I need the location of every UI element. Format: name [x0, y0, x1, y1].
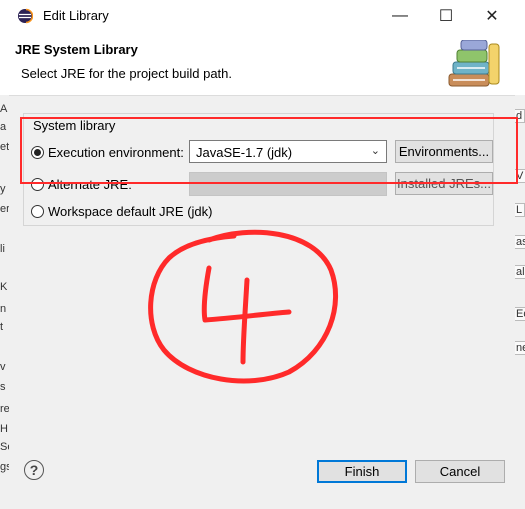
environments-button[interactable]: Environments...: [395, 140, 493, 163]
radio-label: Workspace default JRE (jdk): [48, 204, 213, 219]
bg-fragment: al: [515, 265, 525, 279]
bg-fragment: t: [0, 321, 4, 333]
bg-fragment: et: [0, 141, 10, 153]
bg-fragment: ne: [515, 341, 525, 355]
bg-fragment: A: [0, 103, 8, 115]
installed-jres-button[interactable]: Installed JREs...: [395, 172, 493, 195]
bg-fragment: d: [515, 109, 525, 123]
execution-environment-select[interactable]: JavaSE-1.7 (jdk) ⌄: [189, 140, 387, 163]
bg-fragment: a: [0, 121, 7, 133]
radio-label: Alternate JRE:: [48, 177, 132, 192]
eclipse-icon: [18, 8, 33, 24]
bg-fragment: K: [0, 281, 8, 293]
bg-fragment: n: [0, 303, 7, 315]
page-description: Select JRE for the project build path.: [21, 66, 233, 81]
group-label: System library: [31, 118, 118, 133]
background-window-right: d V L as al Ec ne: [514, 95, 525, 509]
bg-fragment: as: [515, 235, 525, 249]
finish-button[interactable]: Finish: [317, 460, 407, 483]
page-title: JRE System Library: [15, 42, 138, 57]
radio-button[interactable]: [31, 178, 44, 191]
select-value: JavaSE-1.7 (jdk): [196, 145, 293, 160]
radio-execution-environment[interactable]: Execution environment:: [31, 145, 184, 160]
library-books-icon: [448, 40, 500, 87]
window-title: Edit Library: [43, 8, 109, 23]
close-icon: ✕: [485, 8, 499, 25]
chevron-down-icon: ⌄: [370, 145, 380, 157]
alternate-jre-select: [189, 172, 387, 196]
bg-fragment: y: [0, 183, 6, 195]
radio-label: Execution environment:: [48, 145, 184, 160]
help-icon[interactable]: ?: [24, 460, 44, 480]
radio-alternate-jre[interactable]: Alternate JRE:: [31, 177, 132, 192]
minimize-icon: —: [392, 7, 408, 24]
bg-fragment: L: [515, 203, 525, 217]
radio-button[interactable]: [31, 205, 44, 218]
bg-fragment: v: [0, 361, 6, 373]
cancel-button[interactable]: Cancel: [415, 460, 505, 483]
radio-button-selected[interactable]: [31, 146, 44, 159]
radio-workspace-default-jre[interactable]: Workspace default JRE (jdk): [31, 204, 213, 219]
maximize-button[interactable]: ☐: [423, 0, 469, 32]
bg-fragment: Ec: [515, 307, 525, 321]
bg-fragment: H: [0, 423, 8, 435]
maximize-icon: ☐: [438, 8, 454, 25]
wizard-banner: JRE System Library Select JRE for the pr…: [9, 32, 515, 96]
title-bar: Edit Library — ☐ ✕: [9, 0, 515, 32]
bg-fragment: li: [0, 243, 5, 255]
edit-library-dialog: Edit Library — ☐ ✕ JRE System Library Se…: [9, 0, 518, 509]
bg-fragment: V: [515, 169, 525, 183]
close-button[interactable]: ✕: [469, 0, 515, 32]
handwritten-number-annotation: [148, 229, 339, 384]
bg-fragment: s: [0, 381, 6, 393]
minimize-button[interactable]: —: [377, 0, 423, 32]
